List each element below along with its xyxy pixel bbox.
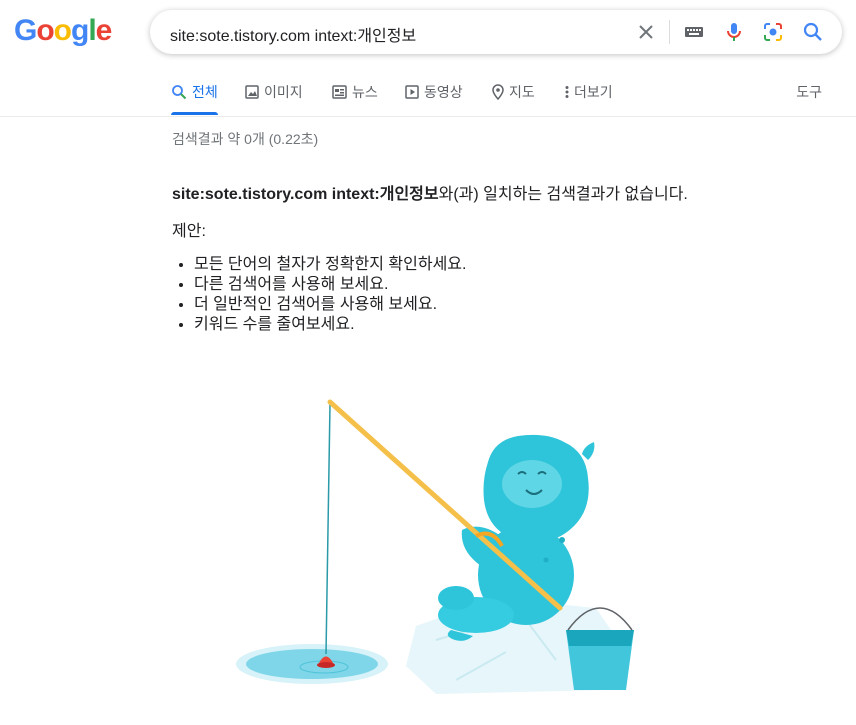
search-box[interactable]: site:sote.tistory.com intext:개인정보 — [150, 10, 842, 54]
logo-letter: g — [71, 14, 89, 47]
suggestion-item: 키워드 수를 줄여보세요. — [194, 315, 466, 335]
image-icon — [245, 85, 259, 99]
tab-label: 전체 — [192, 84, 218, 100]
search-tabs: 전체 이미지 뉴스 동영상 지도 더보기 도구 — [0, 70, 856, 117]
tab-label: 뉴스 — [352, 84, 378, 100]
tab-news[interactable]: 뉴스 — [332, 82, 378, 102]
map-pin-icon — [492, 84, 504, 100]
suggestions-list: 모든 단어의 철자가 정확한지 확인하세요. 다른 검색어를 사용해 보세요. … — [172, 255, 466, 335]
mic-icon[interactable] — [722, 20, 746, 44]
news-icon — [332, 85, 347, 99]
keyboard-icon[interactable] — [682, 20, 706, 44]
search-divider — [669, 20, 670, 44]
result-stats: 검색결과 약 0개 (0.22초) — [172, 131, 319, 147]
active-tab-indicator — [171, 112, 218, 115]
logo-letter: e — [95, 14, 113, 47]
fishing-creature-illustration — [226, 390, 656, 705]
tab-label: 지도 — [509, 84, 535, 100]
suggestions-title: 제안: — [172, 223, 206, 240]
google-logo[interactable]: Google — [14, 14, 113, 48]
logo-letter: o — [36, 14, 54, 47]
tab-maps[interactable]: 지도 — [492, 82, 535, 102]
tab-all[interactable]: 전체 — [171, 82, 218, 115]
no-results-query: site:sote.tistory.com intext:개인정보 — [172, 186, 439, 203]
logo-letter: o — [53, 14, 72, 47]
logo-letter: G — [14, 14, 37, 47]
search-icon[interactable] — [801, 20, 825, 44]
no-results-message: site:sote.tistory.com intext:개인정보와(과) 일치… — [172, 180, 688, 204]
video-icon — [405, 85, 419, 99]
no-results-suffix: 와(과) 일치하는 검색결과가 없습니다. — [438, 186, 688, 203]
suggestion-item: 모든 단어의 철자가 정확한지 확인하세요. — [194, 255, 466, 275]
search-input[interactable]: site:sote.tistory.com intext:개인정보 — [170, 22, 416, 46]
tab-label: 이미지 — [264, 84, 303, 100]
suggestion-item: 더 일반적인 검색어를 사용해 보세요. — [194, 295, 466, 315]
tab-videos[interactable]: 동영상 — [405, 82, 463, 102]
suggestion-item: 다른 검색어를 사용해 보세요. — [194, 275, 466, 295]
tab-more[interactable]: 더보기 — [565, 82, 613, 102]
camera-lens-icon[interactable] — [761, 20, 785, 44]
tab-images[interactable]: 이미지 — [245, 82, 303, 102]
more-icon — [565, 85, 569, 99]
clear-icon[interactable] — [634, 20, 658, 44]
search-icon — [171, 84, 187, 100]
tab-label: 더보기 — [574, 84, 613, 100]
tools-button[interactable]: 도구 — [796, 82, 822, 102]
tab-label: 동영상 — [424, 84, 463, 100]
logo-letter: l — [88, 14, 96, 47]
